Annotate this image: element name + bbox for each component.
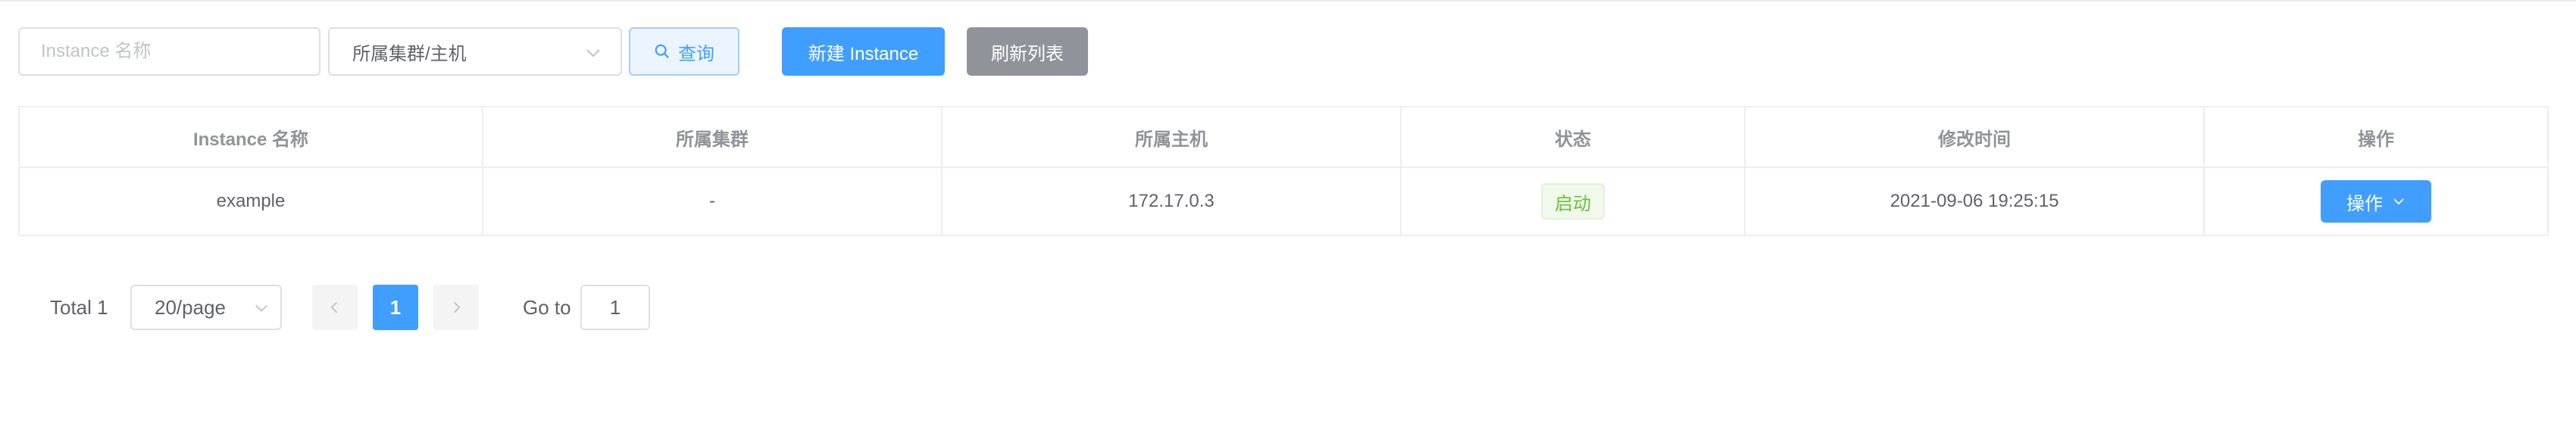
header-status: 状态 bbox=[1402, 108, 1746, 167]
pagination: Total 1 20/page 1 Go to 1 bbox=[0, 285, 682, 330]
page-number-current[interactable]: 1 bbox=[373, 285, 418, 330]
next-page-button[interactable] bbox=[433, 285, 479, 330]
refresh-list-button[interactable]: 刷新列表 bbox=[967, 27, 1088, 76]
search-icon bbox=[655, 44, 670, 59]
instance-name-input[interactable] bbox=[20, 29, 319, 74]
cluster-host-select-value: 所属集群/主机 bbox=[352, 43, 467, 64]
header-host: 所属主机 bbox=[943, 108, 1402, 167]
query-button-label: 查询 bbox=[678, 43, 714, 64]
toolbar: 所属集群/主机 查询 新建 Instance 刷新列表 bbox=[18, 27, 1094, 76]
header-actions: 操作 bbox=[2358, 129, 2394, 150]
prev-page-button[interactable] bbox=[312, 285, 358, 330]
header-instance-name: Instance 名称 bbox=[20, 108, 483, 167]
header-modified-time: 修改时间 bbox=[1746, 108, 2205, 167]
status-badge: 启动 bbox=[1541, 183, 1605, 220]
chevron-down-icon bbox=[2393, 198, 2404, 205]
query-button[interactable]: 查询 bbox=[629, 27, 739, 76]
cell-host: 172.17.0.3 bbox=[943, 168, 1402, 235]
chevron-down-icon bbox=[255, 304, 267, 312]
cell-instance-name: example bbox=[20, 168, 483, 235]
cell-modified-time: 2021-09-06 19:25:15 bbox=[1746, 168, 2205, 235]
page-size-value: 20/page bbox=[155, 295, 226, 319]
chevron-left-icon bbox=[330, 301, 338, 313]
cluster-host-select[interactable]: 所属集群/主机 bbox=[328, 27, 622, 76]
page-size-select[interactable]: 20/page bbox=[130, 285, 282, 330]
actions-button-label: 操作 bbox=[2346, 193, 2383, 214]
new-instance-button[interactable]: 新建 Instance bbox=[782, 27, 945, 76]
cell-actions: 操作 bbox=[2205, 168, 2547, 235]
actions-dropdown-button[interactable]: 操作 bbox=[2321, 180, 2431, 223]
header-cluster: 所属集群 bbox=[483, 108, 943, 167]
chevron-right-icon bbox=[453, 301, 461, 313]
table-header-row: Instance 名称 所属集群 所属主机 状态 修改时间 操作 bbox=[20, 108, 2547, 168]
pagination-total: Total 1 bbox=[50, 295, 108, 319]
chevron-down-icon bbox=[586, 49, 600, 58]
instance-name-search-field[interactable] bbox=[18, 27, 320, 76]
goto-label: Go to bbox=[523, 295, 571, 319]
new-instance-button-label: 新建 Instance bbox=[808, 43, 919, 64]
instance-table: Instance 名称 所属集群 所属主机 状态 修改时间 操作 example… bbox=[18, 106, 2549, 236]
table-row: example - 172.17.0.3 启动 2021-09-06 19:25… bbox=[20, 168, 2547, 235]
refresh-list-button-label: 刷新列表 bbox=[991, 43, 1064, 64]
cell-status: 启动 bbox=[1402, 168, 1746, 235]
top-divider bbox=[0, 0, 2576, 2]
goto-page-input[interactable]: 1 bbox=[580, 285, 650, 330]
cell-cluster: - bbox=[483, 168, 943, 235]
